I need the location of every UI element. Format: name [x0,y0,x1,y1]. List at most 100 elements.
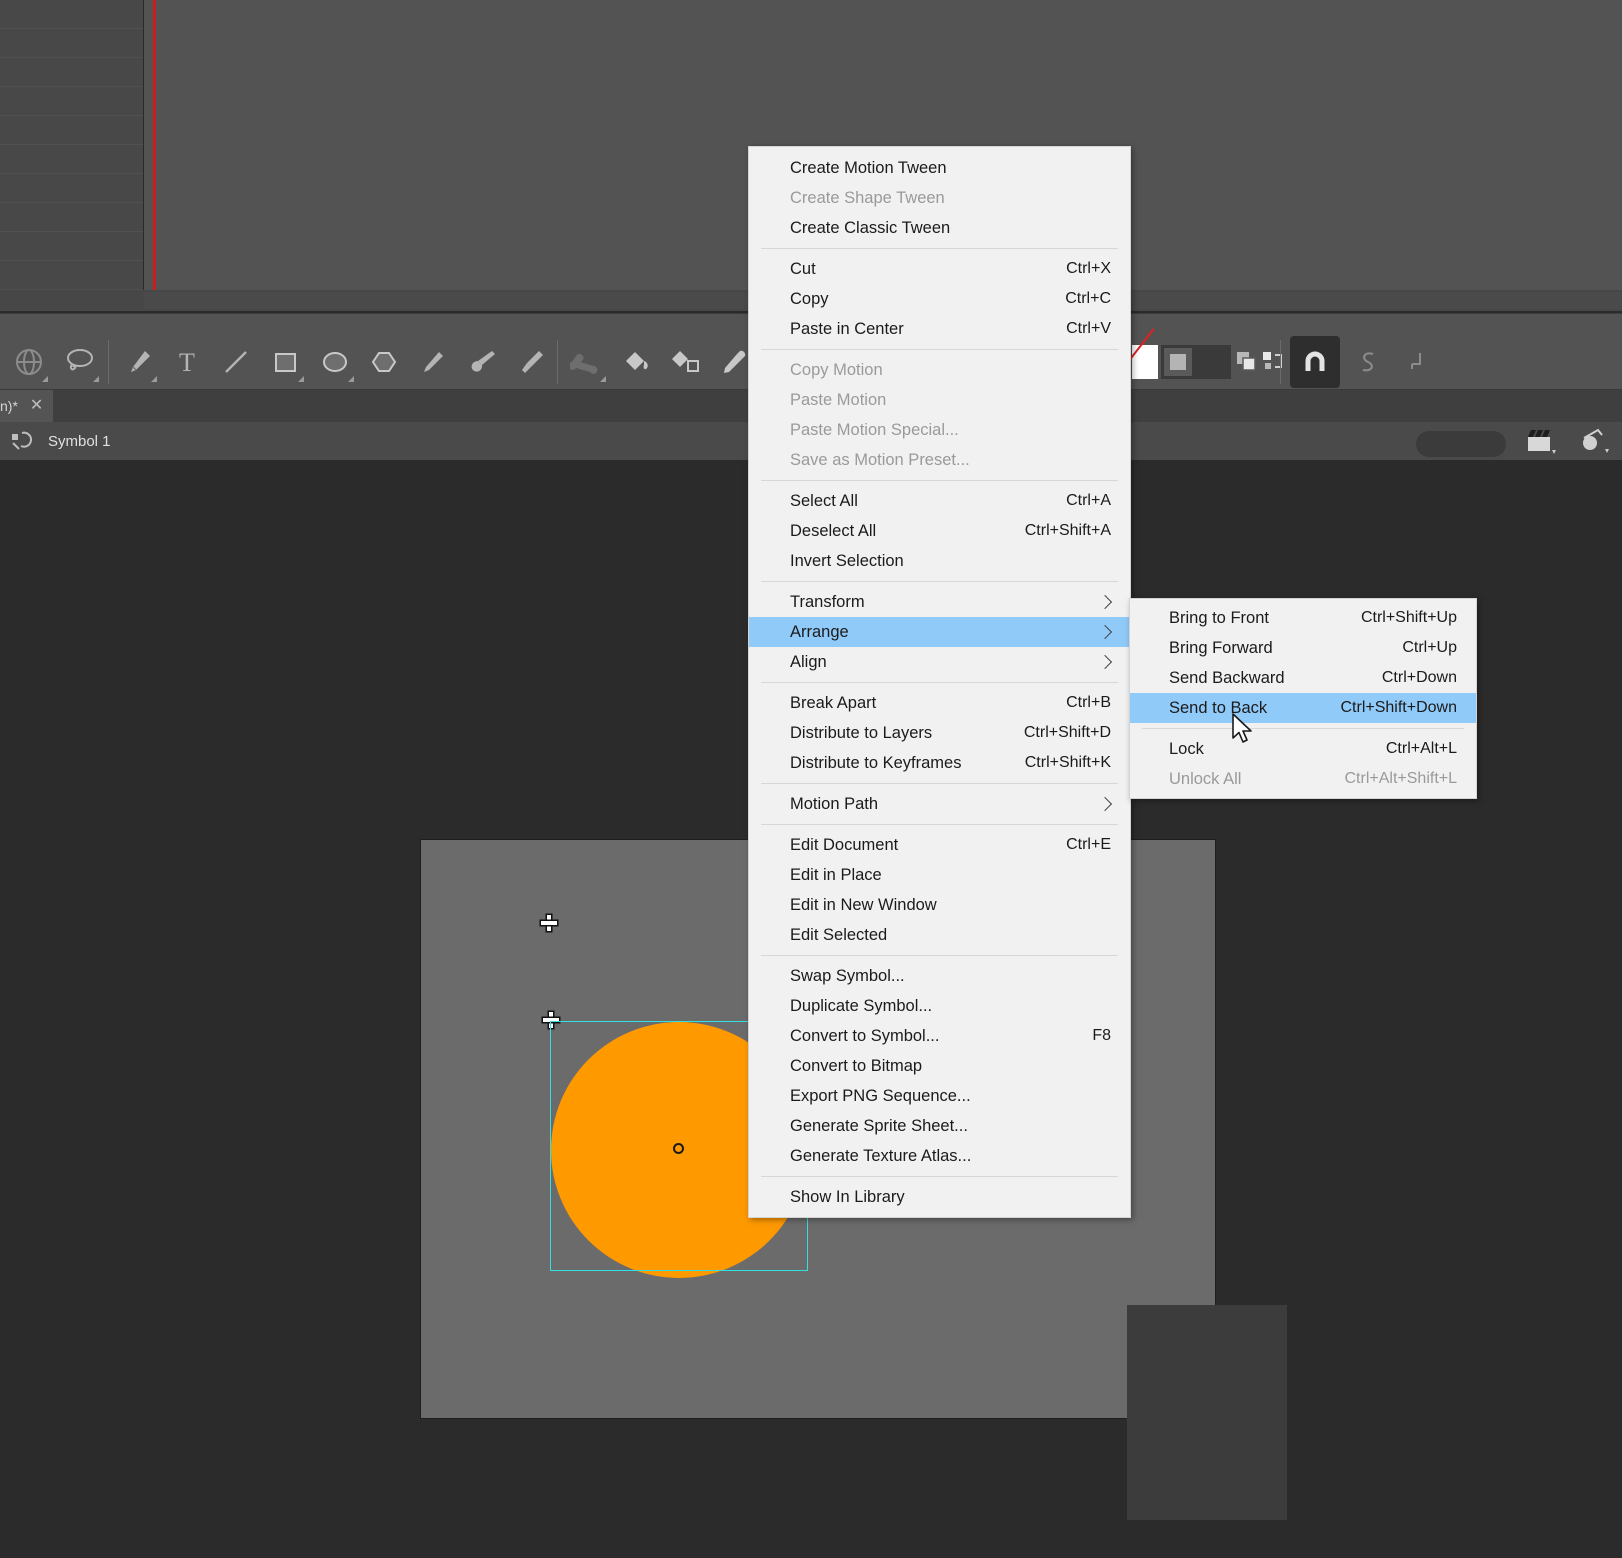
menu-item-label: Edit in New Window [790,895,937,914]
menu-item-align[interactable]: Align [749,647,1130,677]
menu-item-label: Export PNG Sequence... [790,1086,971,1105]
menu-item-invert-selection[interactable]: Invert Selection [749,546,1130,576]
submenu-item-bring-forward[interactable]: Bring Forward Ctrl+Up [1130,633,1476,663]
bone-tool-icon[interactable] [562,336,612,388]
menu-item-copy[interactable]: Copy Ctrl+C [749,284,1130,314]
menu-item-show-in-library[interactable]: Show In Library [749,1182,1130,1212]
menu-item-edit-document[interactable]: Edit Document Ctrl+E [749,830,1130,860]
timeline-layer-row[interactable] [0,203,143,232]
submenu-item-lock[interactable]: Lock Ctrl+Alt+L [1130,734,1476,764]
menu-item-label: Edit Document [790,835,899,854]
chevron-right-icon [1097,624,1113,640]
clapperboard-icon[interactable] [1524,426,1558,461]
brush-tool-icon[interactable] [506,336,556,388]
menu-item-shortcut: F8 [1092,1027,1111,1044]
menu-item-generate-sprite-sheet[interactable]: Generate Sprite Sheet... [749,1111,1130,1141]
arrange-submenu[interactable]: Bring to Front Ctrl+Shift+Up Bring Forward… [1129,598,1477,799]
menu-item-distribute-to-layers[interactable]: Distribute to Layers Ctrl+Shift+D [749,718,1130,748]
menu-item-edit-selected[interactable]: Edit Selected [749,920,1130,950]
toolbar-separator [108,340,109,384]
snap-to-objects-icon[interactable] [1290,336,1340,388]
menu-item-shortcut: Ctrl+A [1066,492,1111,509]
menu-item-create-classic-tween[interactable]: Create Classic Tween [749,213,1130,243]
menu-item-shortcut: Ctrl+Down [1381,669,1457,686]
smooth-icon[interactable] [1343,336,1393,388]
menu-item-label: Create Classic Tween [790,218,951,237]
menu-separator [761,581,1118,582]
menu-item-shortcut: Ctrl+B [1066,694,1111,711]
3d-rotation-tool-icon[interactable] [4,336,54,388]
menu-item-edit-in-new-window[interactable]: Edit in New Window [749,890,1130,920]
context-menu[interactable]: Create Motion Tween Create Shape Tween Cre… [748,146,1131,1218]
lasso-tool-icon[interactable] [55,336,105,388]
submenu-item-bring-to-front[interactable]: Bring to Front Ctrl+Shift+Up [1130,603,1476,633]
menu-separator [1142,728,1464,729]
menu-item-label: Distribute to Layers [790,723,933,742]
menu-separator [761,824,1118,825]
menu-item-convert-to-bitmap[interactable]: Convert to Bitmap [749,1051,1130,1081]
mouse-cursor [1231,713,1257,752]
menu-item-export-png-sequence[interactable]: Export PNG Sequence... [749,1081,1130,1111]
menu-separator [761,480,1118,481]
menu-item-break-apart[interactable]: Break Apart Ctrl+B [749,688,1130,718]
ink-bottle-tool-icon[interactable] [660,336,710,388]
timeline-layer-row[interactable] [0,116,143,145]
symbol-edit-icon[interactable] [1576,426,1612,461]
menu-item-label: Copy Motion [790,360,883,379]
menu-item-paste-in-center[interactable]: Paste in Center Ctrl+V [749,314,1130,344]
menu-item-shortcut: Ctrl+Shift+D [1023,724,1111,741]
menu-item-swap-symbol[interactable]: Swap Symbol... [749,961,1130,991]
edit-symbol-icon [10,430,34,452]
menu-item-shortcut: Ctrl+Shift+Up [1360,609,1457,626]
menu-item-transform[interactable]: Transform [749,587,1130,617]
paint-brush-tool-icon[interactable] [457,336,507,388]
menu-item-distribute-to-keyframes[interactable]: Distribute to Keyframes Ctrl+Shift+K [749,748,1130,778]
breadcrumb-pill[interactable] [1416,430,1506,457]
menu-item-label: Select All [790,491,858,510]
menu-item-label: Edit in Place [790,865,882,884]
menu-item-label: Motion Path [790,794,879,813]
rectangle-tool-icon[interactable] [260,336,310,388]
timeline-layer-row[interactable] [0,261,143,290]
menu-item-generate-texture-atlas[interactable]: Generate Texture Atlas... [749,1141,1130,1171]
menu-item-create-motion-tween[interactable]: Create Motion Tween [749,153,1130,183]
pencil-tool-icon[interactable] [408,336,458,388]
breadcrumb-symbol-label[interactable]: Symbol 1 [48,433,111,450]
timeline-layer-row[interactable] [0,0,143,29]
stage-inner-rectangle[interactable] [1127,1305,1287,1520]
document-tab[interactable]: n)* ✕ [0,390,54,422]
submenu-item-unlock-all: Unlock All Ctrl+Alt+Shift+L [1130,764,1476,794]
menu-item-arrange[interactable]: Arrange [749,617,1130,647]
menu-item-deselect-all[interactable]: Deselect All Ctrl+Shift+A [749,516,1130,546]
timeline-playhead[interactable] [153,0,156,290]
line-tool-icon[interactable] [211,336,261,388]
menu-item-edit-in-place[interactable]: Edit in Place [749,860,1130,890]
polygon-tool-icon[interactable] [359,336,409,388]
timeline-layer-row[interactable] [0,58,143,87]
timeline-layer-row[interactable] [0,145,143,174]
submenu-item-send-backward[interactable]: Send Backward Ctrl+Down [1130,663,1476,693]
menu-item-label: Paste Motion [790,390,887,409]
menu-item-duplicate-symbol[interactable]: Duplicate Symbol... [749,991,1130,1021]
straighten-icon[interactable] [1393,336,1443,388]
pen-tool-icon[interactable] [113,336,163,388]
timeline-layer-row[interactable] [0,174,143,203]
toolbar-separator [1280,340,1281,384]
svg-text:T: T [179,348,195,376]
submenu-item-send-to-back[interactable]: Send to Back Ctrl+Shift+Down [1130,693,1476,723]
close-icon[interactable]: ✕ [30,398,43,414]
timeline-layer-column[interactable] [0,0,144,290]
timeline-layer-row[interactable] [0,232,143,261]
menu-item-convert-to-symbol[interactable]: Convert to Symbol... F8 [749,1021,1130,1051]
timeline-layer-row[interactable] [0,29,143,58]
menu-item-select-all[interactable]: Select All Ctrl+A [749,486,1130,516]
text-tool-icon[interactable]: T [162,336,212,388]
menu-item-motion-path[interactable]: Motion Path [749,789,1130,819]
menu-item-shortcut: Ctrl+Shift+K [1024,754,1111,771]
oval-tool-icon[interactable] [310,336,360,388]
menu-item-cut[interactable]: Cut Ctrl+X [749,254,1130,284]
transform-registration-point[interactable] [673,1143,684,1154]
timeline-layer-row[interactable] [0,87,143,116]
menu-item-label: Paste Motion Special... [790,420,959,439]
paint-bucket-tool-icon[interactable] [611,336,661,388]
